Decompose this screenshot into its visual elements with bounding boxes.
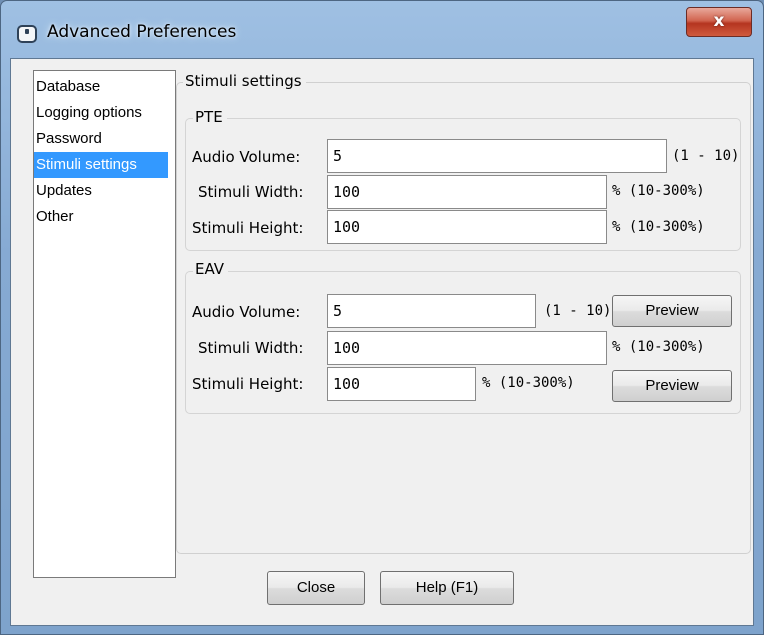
eav-stimuli-height-range: % (10-300%) bbox=[482, 375, 575, 391]
category-list[interactable]: Database Logging options Password Stimul… bbox=[33, 70, 176, 578]
eav-audio-preview-button[interactable]: Preview bbox=[612, 295, 732, 327]
eav-group-title: EAV bbox=[193, 260, 229, 278]
pte-group-title: PTE bbox=[193, 108, 227, 126]
eav-audio-volume-range: (1 - 10) bbox=[544, 303, 612, 319]
title-bar[interactable]: Advanced Preferences x bbox=[1, 1, 763, 57]
eav-stimuli-width-input[interactable] bbox=[327, 331, 607, 365]
pte-audio-volume-input[interactable] bbox=[327, 139, 667, 173]
eav-stimuli-width-label: Stimuli Width: bbox=[198, 339, 304, 357]
pte-stimuli-width-range: % (10-300%) bbox=[612, 183, 705, 199]
eav-stimuli-width-range: % (10-300%) bbox=[612, 339, 705, 355]
pte-stimuli-height-range: % (10-300%) bbox=[612, 219, 705, 235]
pte-stimuli-height-label: Stimuli Height: bbox=[192, 219, 304, 237]
nav-item-other[interactable]: Other bbox=[34, 204, 175, 230]
close-button[interactable]: Close bbox=[267, 571, 365, 605]
nav-item-stimuli-settings[interactable]: Stimuli settings bbox=[34, 152, 168, 178]
preferences-window: Advanced Preferences x Database Logging … bbox=[0, 0, 764, 635]
eav-audio-volume-input[interactable] bbox=[327, 294, 536, 328]
nav-item-updates[interactable]: Updates bbox=[34, 178, 175, 204]
pte-audio-volume-label: Audio Volume: bbox=[192, 148, 301, 166]
help-button[interactable]: Help (F1) bbox=[380, 571, 514, 605]
eav-stimuli-height-input[interactable] bbox=[327, 367, 476, 401]
nav-item-database[interactable]: Database bbox=[34, 74, 175, 100]
nav-item-password[interactable]: Password bbox=[34, 126, 175, 152]
app-window-icon bbox=[17, 25, 37, 43]
pte-stimuli-height-input[interactable] bbox=[327, 210, 607, 244]
nav-item-logging-options[interactable]: Logging options bbox=[34, 100, 175, 126]
eav-height-preview-button[interactable]: Preview bbox=[612, 370, 732, 402]
pte-stimuli-width-input[interactable] bbox=[327, 175, 607, 209]
pte-audio-volume-range: (1 - 10) bbox=[672, 148, 740, 164]
eav-audio-volume-label: Audio Volume: bbox=[192, 303, 301, 321]
pte-stimuli-width-label: Stimuli Width: bbox=[198, 183, 304, 201]
eav-stimuli-height-label: Stimuli Height: bbox=[192, 375, 304, 393]
window-title: Advanced Preferences bbox=[47, 22, 237, 42]
panel-title: Stimuli settings bbox=[183, 72, 306, 90]
window-close-button[interactable]: x bbox=[686, 7, 752, 37]
dialog-content: Database Logging options Password Stimul… bbox=[10, 58, 754, 626]
